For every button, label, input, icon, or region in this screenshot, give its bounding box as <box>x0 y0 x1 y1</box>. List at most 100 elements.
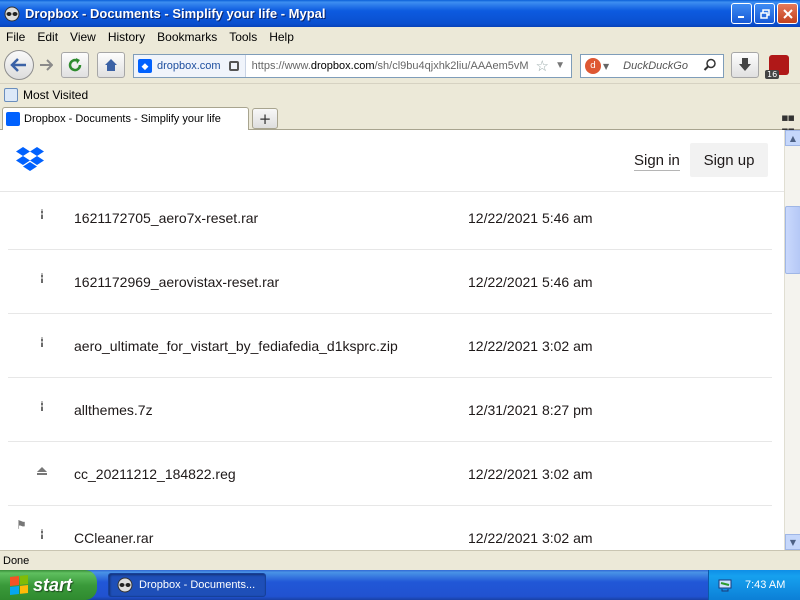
home-button[interactable] <box>97 52 125 78</box>
file-date: 12/22/2021 5:46 am <box>468 210 593 226</box>
mypal-raccoon-icon <box>4 6 20 21</box>
tab-bar: Dropbox - Documents - Simplify your life… <box>0 105 800 137</box>
close-button[interactable] <box>777 3 798 24</box>
bookmarks-toolbar: Most Visited <box>0 85 800 104</box>
eject-icon <box>37 467 47 475</box>
file-name[interactable]: 1621172705_aero7x-reset.rar <box>74 186 258 250</box>
url-prefix: https://www. <box>251 60 311 72</box>
search-bar[interactable]: d ▼ DuckDuckGo <box>580 54 724 78</box>
site-identity-button[interactable]: ◆ dropbox.com <box>134 55 246 77</box>
file-date: 12/22/2021 5:46 am <box>468 274 593 290</box>
dropbox-tab-favicon-icon <box>6 112 20 126</box>
back-arrow-icon <box>10 58 26 72</box>
download-arrow-icon <box>739 58 751 71</box>
file-row[interactable]: 1621172705_aero7x-reset.rar 12/22/2021 5… <box>8 186 772 250</box>
status-bar: Done <box>0 550 800 570</box>
duckduckgo-icon[interactable]: d <box>585 58 601 74</box>
menu-edit[interactable]: Edit <box>31 30 64 44</box>
forward-button[interactable] <box>35 55 57 75</box>
tab-label: Dropbox - Documents - Simplify your life <box>24 113 221 125</box>
file-row[interactable]: cc_20211212_184822.reg 12/22/2021 3:02 a… <box>8 442 772 506</box>
addon-button[interactable]: 16 <box>764 52 794 79</box>
window-titlebar[interactable]: Dropbox - Documents - Simplify your life… <box>0 0 800 27</box>
file-name[interactable]: cc_20211212_184822.reg <box>74 442 236 506</box>
new-tab-button[interactable]: + <box>252 108 278 129</box>
search-icon[interactable] <box>703 58 717 72</box>
file-date: 12/22/2021 3:02 am <box>468 338 593 354</box>
menu-bookmarks[interactable]: Bookmarks <box>151 30 223 44</box>
dropbox-logo-icon[interactable] <box>16 146 44 172</box>
bookmark-star-icon[interactable]: ☆ <box>536 57 549 75</box>
menu-tools[interactable]: Tools <box>223 30 263 44</box>
sign-up-button[interactable]: Sign up <box>690 143 768 177</box>
clock[interactable]: 7:43 AM <box>745 579 785 591</box>
sign-in-link[interactable]: Sign in <box>634 152 680 171</box>
file-date: 12/31/2021 8:27 pm <box>468 402 593 418</box>
menu-view[interactable]: View <box>64 30 102 44</box>
back-button[interactable] <box>4 50 34 80</box>
addon-shield-icon: 16 <box>765 55 789 79</box>
mypal-raccoon-icon <box>117 577 133 593</box>
flag-icon: ⚑ <box>16 518 27 532</box>
menu-help[interactable]: Help <box>263 30 300 44</box>
addon-badge: 16 <box>765 70 780 79</box>
network-tray-icon[interactable] <box>717 577 733 593</box>
archive-icon <box>41 337 43 347</box>
window-title: Dropbox - Documents - Simplify your life… <box>25 6 326 21</box>
file-name[interactable]: allthemes.7z <box>74 378 153 442</box>
file-row[interactable]: 1621172969_aerovistax-reset.rar 12/22/20… <box>8 250 772 314</box>
file-date: 12/22/2021 3:02 am <box>468 466 593 482</box>
file-name[interactable]: 1621172969_aerovistax-reset.rar <box>74 250 279 314</box>
file-name[interactable]: aero_ultimate_for_vistart_by_fediafedia_… <box>74 314 398 378</box>
reload-button[interactable] <box>61 52 89 78</box>
scroll-up-button[interactable]: ▲ <box>785 130 800 146</box>
page-viewport: Sign in Sign up 1621172705_aero7x-reset.… <box>0 130 784 550</box>
site-identity-label: dropbox.com <box>157 60 221 72</box>
downloads-button[interactable] <box>731 52 759 78</box>
navigation-toolbar: ◆ dropbox.com https://www.dropbox.com/sh… <box>0 46 800 84</box>
taskbar-item-browser[interactable]: Dropbox - Documents... <box>108 573 266 597</box>
start-button[interactable]: start <box>0 570 97 600</box>
file-row[interactable]: ⚑ CCleaner.rar 12/22/2021 3:02 am <box>8 506 772 550</box>
windows-flag-icon <box>10 575 28 595</box>
url-bar[interactable]: ◆ dropbox.com https://www.dropbox.com/sh… <box>133 54 572 78</box>
lock-icon <box>228 61 239 71</box>
archive-icon <box>41 401 43 411</box>
scrollbar-thumb[interactable] <box>785 206 800 274</box>
status-text: Done <box>3 554 30 567</box>
system-tray: 7:43 AM <box>708 570 800 600</box>
minimize-icon <box>737 15 744 18</box>
plus-icon: + <box>258 109 272 128</box>
restore-icon <box>759 8 770 19</box>
restore-button[interactable] <box>754 3 775 24</box>
archive-icon <box>41 209 43 219</box>
most-visited-icon <box>4 87 18 102</box>
vertical-scrollbar[interactable]: ▲ ▼ <box>784 130 800 550</box>
file-name[interactable]: CCleaner.rar <box>74 506 153 550</box>
tab-dropbox[interactable]: Dropbox - Documents - Simplify your life <box>2 107 249 130</box>
menu-history[interactable]: History <box>102 30 151 44</box>
minimize-button[interactable] <box>731 3 752 24</box>
url-domain: dropbox.com <box>310 60 375 72</box>
menu-bar: File Edit View History Bookmarks Tools H… <box>0 27 800 46</box>
search-engine-dropdown-icon[interactable]: ▼ <box>603 62 609 71</box>
file-date: 12/22/2021 3:02 am <box>468 530 593 546</box>
scroll-down-button[interactable]: ▼ <box>785 534 800 550</box>
url-dropdown-icon[interactable]: ▼ <box>555 60 565 71</box>
scroll-up-icon: ▲ <box>789 133 797 143</box>
archive-icon <box>41 273 43 283</box>
taskbar: start Dropbox - Documents... 7:43 AM <box>0 570 800 600</box>
dropbox-header: Sign in Sign up <box>0 130 784 192</box>
scroll-down-icon: ▼ <box>789 537 797 547</box>
start-label: start <box>33 574 73 595</box>
archive-icon <box>41 529 43 539</box>
url-text: https://www.dropbox.com/sh/cl9bu4qjxhk2l… <box>252 60 529 72</box>
file-row[interactable]: aero_ultimate_for_vistart_by_fediafedia_… <box>8 314 772 378</box>
close-icon <box>782 8 793 19</box>
taskbar-item-label: Dropbox - Documents... <box>139 579 256 591</box>
most-visited-bookmark[interactable]: Most Visited <box>23 88 88 102</box>
forward-arrow-icon <box>40 59 53 71</box>
file-row[interactable]: allthemes.7z 12/31/2021 8:27 pm <box>8 378 772 442</box>
menu-file[interactable]: File <box>0 30 31 44</box>
url-path: /sh/cl9bu4qjxhk2liu/AAAem5vM <box>374 60 529 72</box>
